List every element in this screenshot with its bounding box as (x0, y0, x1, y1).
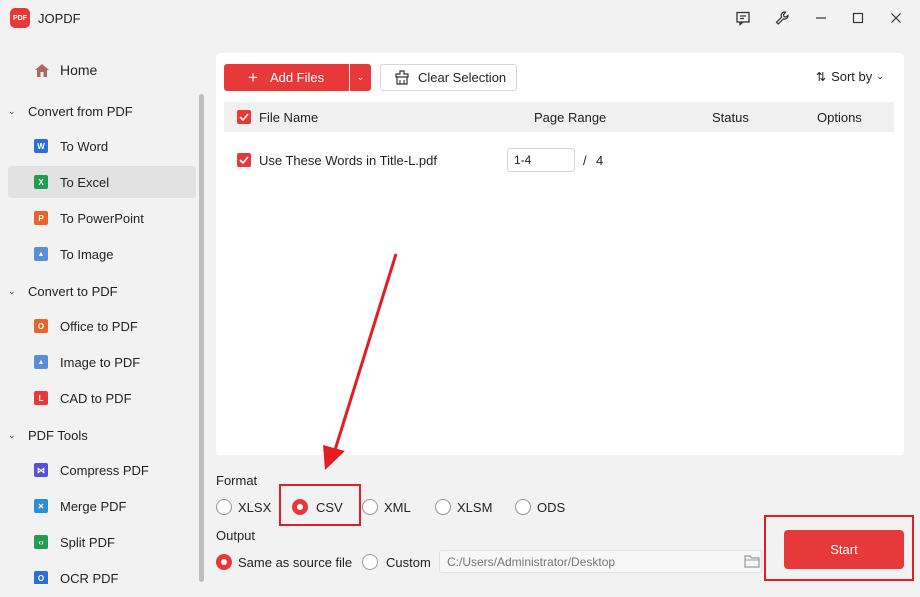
annotation-arrow (323, 253, 398, 470)
